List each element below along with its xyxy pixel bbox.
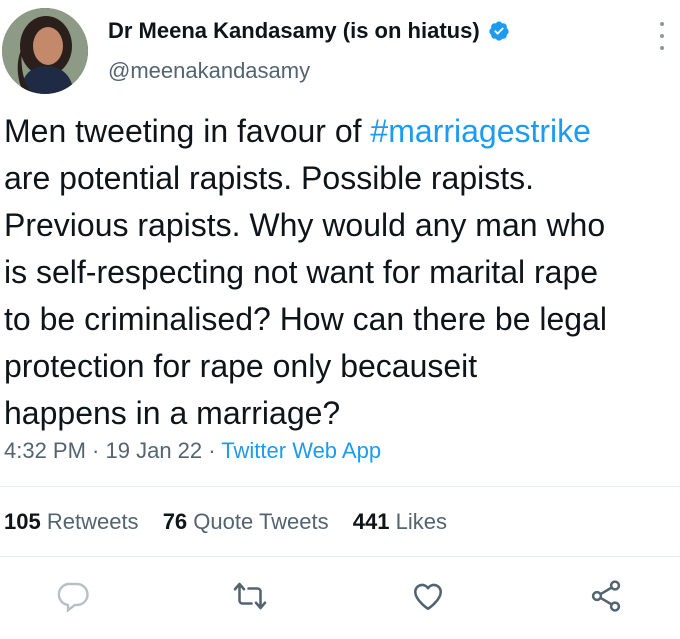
likes-count: 441 bbox=[352, 509, 390, 534]
quote-tweets-stat[interactable]: 76 Quote Tweets bbox=[163, 509, 329, 534]
tweet-line: happens in a marriage? bbox=[4, 395, 341, 431]
likes-label: Likes bbox=[395, 509, 447, 534]
tweet-meta: 4:32 PM · 19 Jan 22 · Twitter Web App bbox=[4, 438, 381, 464]
retweet-icon[interactable] bbox=[232, 578, 268, 614]
display-name[interactable]: Dr Meena Kandasamy (is on hiatus) bbox=[108, 18, 480, 44]
tweet-time[interactable]: 4:32 PM bbox=[4, 438, 86, 463]
tweet-stats: 105 Retweets 76 Quote Tweets 441 Likes bbox=[4, 509, 465, 535]
tweet-line: protection for rape only becauseit bbox=[4, 348, 478, 384]
share-icon[interactable] bbox=[588, 578, 624, 614]
quote-tweets-label: Quote Tweets bbox=[193, 509, 329, 534]
reply-icon[interactable] bbox=[56, 578, 92, 614]
hashtag-link[interactable]: #marriagestrike bbox=[370, 113, 591, 149]
tweet-line: Previous rapists. Why would any man who bbox=[4, 207, 606, 243]
meta-separator: · bbox=[202, 438, 222, 463]
tweet-line-text: Men tweeting in favour of bbox=[4, 113, 371, 149]
retweets-label: Retweets bbox=[46, 509, 139, 534]
quote-tweets-count: 76 bbox=[162, 509, 188, 534]
like-icon[interactable] bbox=[410, 578, 446, 614]
verified-badge-icon bbox=[488, 20, 510, 42]
more-options-icon[interactable] bbox=[652, 22, 672, 50]
retweets-count: 105 bbox=[4, 509, 41, 534]
retweets-stat[interactable]: 105 Retweets bbox=[4, 509, 139, 534]
avatar[interactable] bbox=[2, 8, 88, 94]
tweet-actions bbox=[0, 578, 680, 618]
meta-separator: · bbox=[85, 438, 106, 463]
tweet-date[interactable]: 19 Jan 22 bbox=[106, 438, 203, 463]
divider bbox=[0, 486, 680, 487]
user-handle[interactable]: @meenakandasamy bbox=[108, 58, 310, 84]
likes-stat[interactable]: 441 Likes bbox=[353, 509, 447, 534]
tweet-line: to be criminalised? How can there be leg… bbox=[4, 301, 607, 337]
tweet-line: are potential rapists. Possible rapists. bbox=[4, 160, 535, 196]
source-app-link[interactable]: Twitter Web App bbox=[221, 438, 381, 463]
tweet-line: Men tweeting in favour of #marriagestrik… bbox=[4, 108, 674, 155]
author-name-row: Dr Meena Kandasamy (is on hiatus) bbox=[108, 18, 510, 44]
divider bbox=[0, 556, 680, 557]
tweet-line: is self-respecting not want for marital … bbox=[4, 254, 599, 290]
tweet-text: Men tweeting in favour of #marriagestrik… bbox=[4, 108, 674, 437]
